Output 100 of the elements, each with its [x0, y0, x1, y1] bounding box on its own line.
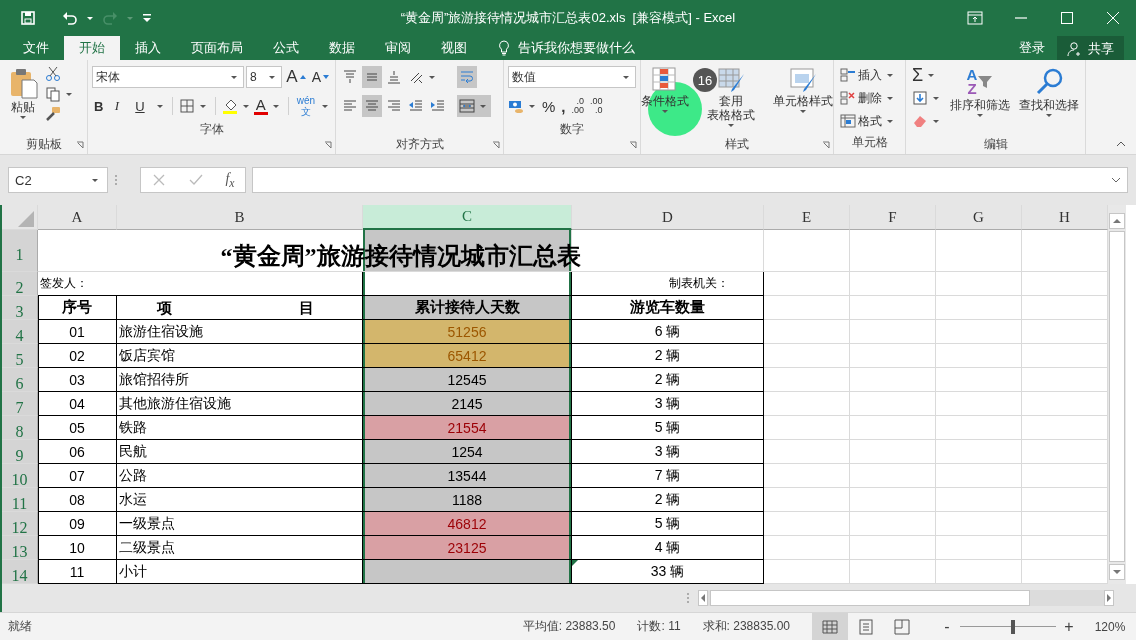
grow-font-button[interactable]: A [284, 66, 308, 88]
collapse-ribbon-icon[interactable] [1116, 140, 1126, 148]
caret-icon[interactable] [19, 114, 27, 120]
row-header[interactable]: 10 [2, 464, 38, 488]
column-header[interactable]: G [936, 205, 1022, 230]
zoom-in-button[interactable]: + [1060, 617, 1078, 636]
column-header[interactable]: A [38, 205, 117, 230]
dialog-launcher-icon[interactable] [492, 141, 500, 149]
row-header[interactable]: 1 [2, 230, 38, 272]
caret-icon[interactable] [886, 118, 894, 124]
scroll-up-button[interactable] [1109, 213, 1125, 229]
phonetic-button[interactable]: wén 文 [294, 94, 317, 118]
dialog-launcher-icon[interactable] [76, 141, 84, 149]
caret-icon[interactable] [932, 118, 940, 124]
caret-icon[interactable] [155, 103, 164, 109]
underline-button[interactable]: U [133, 95, 152, 117]
sign-in-link[interactable]: 登录 [1019, 36, 1045, 60]
dialog-launcher-icon[interactable] [822, 141, 830, 149]
dialog-launcher-icon[interactable] [324, 141, 332, 149]
caret-icon[interactable] [932, 95, 940, 101]
lightbulb-icon[interactable] [496, 40, 512, 56]
delete-cells-button[interactable]: 删除 [838, 87, 901, 109]
italic-button[interactable]: I [112, 95, 132, 117]
row-header[interactable]: 14 [2, 560, 38, 584]
caret-icon[interactable] [321, 103, 329, 109]
ribbon-tab[interactable]: 文件 [8, 36, 64, 60]
row-header[interactable]: 4 [2, 320, 38, 344]
scroll-down-button[interactable] [1109, 564, 1125, 580]
row-header[interactable]: 9 [2, 440, 38, 464]
format-painter-icon[interactable] [45, 106, 61, 122]
zoom-level[interactable]: 120% [1084, 619, 1136, 634]
merge-center-button[interactable] [457, 95, 491, 117]
undo-icon[interactable] [62, 10, 78, 26]
caret-icon[interactable] [927, 72, 936, 78]
expand-icon[interactable] [1111, 176, 1121, 184]
bold-button[interactable]: B [92, 95, 111, 117]
caret-icon[interactable] [886, 72, 894, 78]
column-header[interactable]: H [1022, 205, 1108, 230]
column-header[interactable]: D [572, 205, 764, 230]
row-header[interactable]: 8 [2, 416, 38, 440]
number-format-field[interactable]: 数值 [508, 66, 636, 88]
percent-button[interactable]: % [540, 95, 558, 117]
autosum-button[interactable]: Σ [910, 64, 944, 86]
caret-icon[interactable] [976, 112, 984, 118]
insert-cells-button[interactable]: 插入 [838, 64, 901, 86]
row-header[interactable]: 13 [2, 536, 38, 560]
row-header[interactable]: 5 [2, 344, 38, 368]
normal-view-button[interactable] [812, 613, 848, 640]
increase-decimal-button[interactable]: .0 .00 [569, 95, 587, 117]
row-header[interactable]: 7 [2, 392, 38, 416]
cut-icon[interactable] [45, 66, 61, 82]
ribbon-tab[interactable]: 审阅 [370, 36, 426, 60]
tell-me-search[interactable]: 告诉我你想要做什么 [518, 39, 635, 57]
row-header[interactable]: 12 [2, 512, 38, 536]
caret-icon[interactable] [198, 103, 207, 109]
caret-icon[interactable] [268, 74, 277, 80]
column-header[interactable]: C [363, 205, 572, 230]
horizontal-scrollbar[interactable] [698, 590, 1114, 606]
scroll-down-icon[interactable] [1112, 568, 1122, 576]
share-button[interactable]: 共享 [1057, 35, 1124, 62]
row-header[interactable]: 3 [2, 296, 38, 320]
caret-icon[interactable] [479, 103, 487, 109]
sort-filter-button[interactable]: A Z 排序和筛选 [947, 64, 1013, 134]
customize-caret-icon[interactable] [142, 13, 152, 23]
ribbon-tab[interactable]: 开始 [64, 36, 120, 60]
ribbon-tab[interactable]: 插入 [120, 36, 176, 60]
caret-icon[interactable] [229, 74, 238, 80]
column-header[interactable]: B [117, 205, 363, 230]
zoom-slider-thumb[interactable] [1010, 619, 1015, 634]
save-icon[interactable] [20, 10, 36, 26]
shrink-font-button[interactable]: A [309, 66, 331, 88]
comma-button[interactable]: , [559, 95, 568, 117]
drag-handle-icon[interactable] [686, 591, 690, 605]
caret-icon[interactable] [428, 74, 436, 80]
fill-color-icon[interactable] [221, 98, 238, 114]
zoom-out-button[interactable]: - [938, 617, 956, 636]
font-size-field[interactable]: 8 [245, 66, 283, 88]
column-header[interactable]: E [764, 205, 850, 230]
ribbon-tab[interactable]: 数据 [314, 36, 370, 60]
column-header[interactable]: F [850, 205, 936, 230]
scroll-thumb[interactable] [1109, 231, 1125, 562]
decrease-decimal-button[interactable]: .00 .0 [588, 95, 605, 117]
active-cell[interactable] [363, 272, 572, 296]
row-header[interactable]: 6 [2, 368, 38, 392]
caret-icon[interactable] [661, 108, 669, 114]
ribbon-tab[interactable]: 页面布局 [176, 36, 258, 60]
caret-icon[interactable] [799, 108, 807, 114]
caret-icon[interactable] [1045, 112, 1053, 118]
name-box[interactable]: C2 [8, 167, 108, 193]
caret-icon[interactable] [241, 103, 250, 109]
find-select-button[interactable]: 查找和选择 [1016, 64, 1082, 134]
scroll-thumb[interactable] [710, 590, 1030, 606]
font-color-button[interactable]: A [253, 97, 268, 115]
cell-styles-button[interactable]: 单元格样式 [770, 64, 836, 134]
paste-button[interactable]: 粘贴 [4, 64, 42, 134]
font-name-field[interactable]: 宋体 [92, 66, 244, 88]
formula-field[interactable] [252, 167, 1128, 193]
format-cells-button[interactable]: 格式 [838, 110, 901, 132]
dialog-launcher-icon[interactable] [629, 141, 637, 149]
row-header[interactable]: 2 [2, 272, 38, 296]
